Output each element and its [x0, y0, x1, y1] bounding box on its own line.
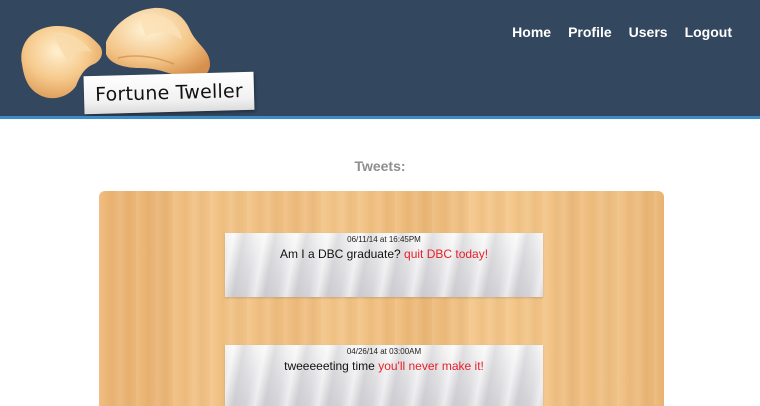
tweet-fortune: you'll never make it!: [378, 359, 484, 373]
nav-home-link[interactable]: Home: [512, 24, 551, 40]
tweet-text: tweeeeeting time: [284, 359, 375, 373]
tweet-line: tweeeeeting time you'll never make it!: [225, 359, 543, 373]
site-header: Fortune Tweller Home Profile Users Logou…: [0, 0, 760, 116]
nav-profile-link[interactable]: Profile: [568, 24, 612, 40]
tweet-timestamp: 06/11/14 at 16:45PM: [347, 235, 421, 244]
tweets-board: 06/11/14 at 16:45PM Am I a DBC graduate?…: [99, 191, 664, 406]
tweet-card: 04/26/14 at 03:00AM tweeeeeting time you…: [225, 345, 543, 406]
tweet-timestamp: 04/26/14 at 03:00AM: [346, 347, 422, 356]
nav-logout-link[interactable]: Logout: [685, 24, 732, 40]
logo-banner: Fortune Tweller: [83, 71, 255, 115]
site-logo[interactable]: Fortune Tweller: [14, 2, 255, 115]
tweet-fortune: quit DBC today!: [404, 247, 489, 261]
main-nav: Home Profile Users Logout: [512, 24, 732, 40]
tweet-text: Am I a DBC graduate?: [279, 247, 401, 261]
nav-users-link[interactable]: Users: [629, 24, 668, 40]
header-divider: [0, 116, 760, 119]
tweets-heading: Tweets:: [354, 158, 406, 174]
tweet-card: 06/11/14 at 16:45PM Am I a DBC graduate?…: [225, 233, 543, 297]
logo-text: Fortune Tweller: [94, 80, 244, 106]
tweet-line: Am I a DBC graduate? quit DBC today!: [225, 247, 543, 261]
